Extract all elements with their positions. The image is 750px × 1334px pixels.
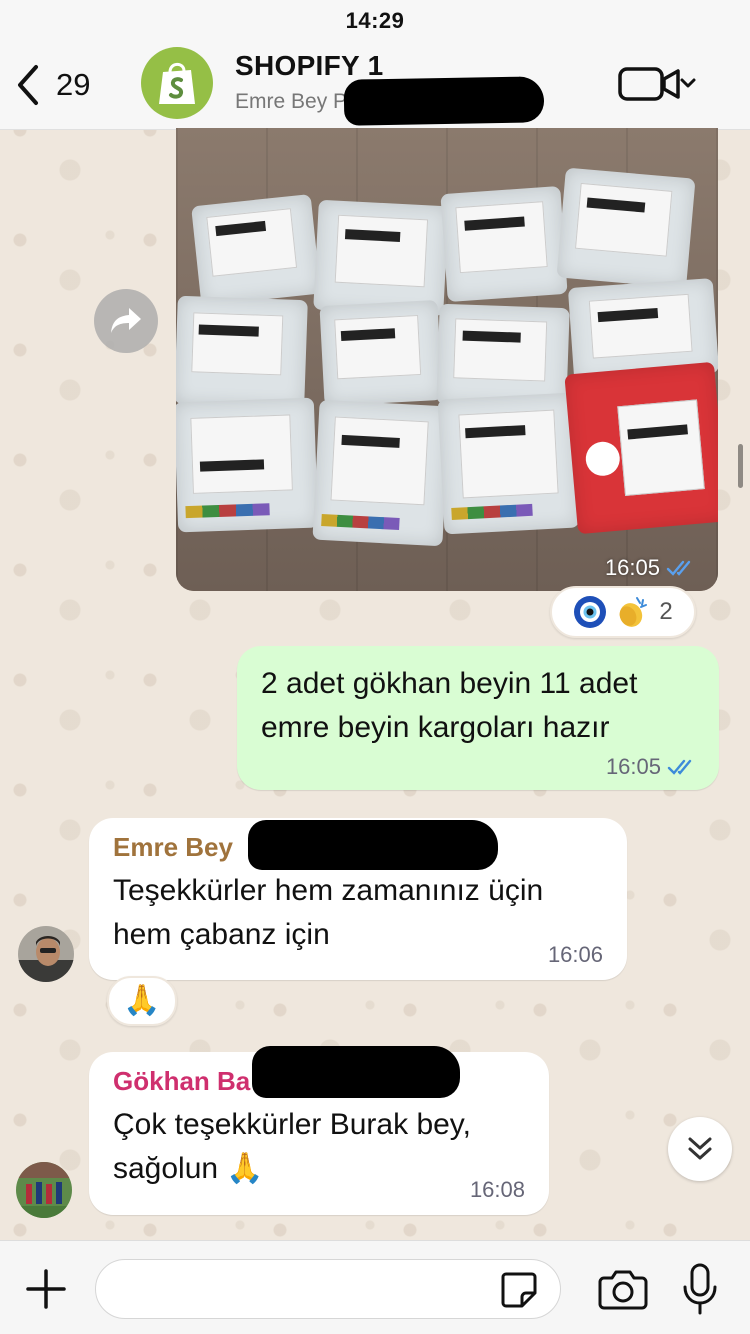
reaction-count: 2 bbox=[659, 598, 673, 625]
message-reaction[interactable]: 🙏 bbox=[107, 976, 177, 1026]
camera-icon bbox=[598, 1270, 648, 1310]
parcel-photo bbox=[191, 194, 321, 306]
folded-hands-icon: 🙏 bbox=[123, 983, 161, 1018]
parcel-photo bbox=[556, 167, 696, 289]
chevron-down-icon bbox=[680, 78, 696, 88]
image-message[interactable]: 16:05 bbox=[176, 128, 718, 591]
message-text: Çok teşekkürler Burak bey, sağolun 🙏 bbox=[113, 1108, 471, 1185]
chat-header: 14:29 29 SHOPIFY 1 Emre Bey P E… bbox=[0, 0, 750, 130]
message-time: 16:06 bbox=[547, 942, 603, 967]
sticker-button[interactable] bbox=[500, 1271, 538, 1309]
clapping-hands-icon bbox=[619, 597, 648, 627]
chat-title[interactable]: SHOPIFY 1 bbox=[235, 50, 383, 82]
sticker-icon bbox=[501, 1272, 537, 1308]
parcel-photo bbox=[440, 185, 568, 303]
microphone-button[interactable] bbox=[682, 1263, 718, 1315]
parcel-photo bbox=[437, 392, 580, 535]
forward-arrow-icon bbox=[111, 308, 141, 333]
avatar-emre[interactable] bbox=[18, 926, 74, 982]
parcel-photo bbox=[176, 397, 319, 533]
scroll-to-bottom-button[interactable] bbox=[668, 1117, 732, 1181]
parcel-photo bbox=[313, 199, 449, 317]
parcel-photo-red bbox=[564, 361, 718, 535]
message-text: Teşekkürler hem zamanınız üçin hem çaban… bbox=[113, 874, 544, 951]
redaction-mark bbox=[343, 76, 545, 126]
attach-button[interactable] bbox=[24, 1267, 68, 1311]
double-chevron-down-icon bbox=[688, 1137, 712, 1160]
redaction-mark bbox=[248, 820, 498, 870]
back-button[interactable]: 29 bbox=[14, 58, 124, 112]
camera-button[interactable] bbox=[598, 1268, 648, 1310]
unread-count: 29 bbox=[56, 67, 91, 102]
avatar-gokhan[interactable] bbox=[16, 1162, 72, 1218]
chevron-left-icon bbox=[18, 65, 38, 105]
double-check-icon bbox=[666, 560, 691, 576]
redaction-mark bbox=[252, 1046, 460, 1098]
video-call-button[interactable] bbox=[618, 64, 698, 104]
forward-button[interactable] bbox=[94, 289, 158, 353]
avatar-photo bbox=[18, 926, 74, 982]
message-meta: 16:05 bbox=[606, 754, 697, 780]
avatar-photo bbox=[16, 1162, 72, 1218]
double-check-icon bbox=[667, 759, 692, 775]
scrollbar[interactable] bbox=[738, 444, 743, 488]
message-time: 16:05 bbox=[605, 754, 661, 779]
shopify-bag-icon bbox=[159, 62, 195, 104]
message-input[interactable] bbox=[95, 1259, 561, 1319]
image-time: 16:05 bbox=[604, 555, 660, 580]
status-time: 14:29 bbox=[345, 8, 405, 33]
image-timestamp: 16:05 bbox=[605, 555, 696, 581]
plus-icon bbox=[26, 1269, 66, 1309]
parcel-photo bbox=[436, 303, 570, 409]
nazar-amulet-icon bbox=[574, 596, 607, 628]
group-avatar[interactable] bbox=[141, 47, 213, 119]
outgoing-message[interactable]: 2 adet gökhan beyin 11 adet emre beyin k… bbox=[237, 646, 719, 790]
composer-bar bbox=[0, 1240, 750, 1334]
microphone-icon bbox=[683, 1263, 717, 1315]
image-reactions[interactable]: 2 bbox=[550, 586, 696, 638]
video-camera-icon bbox=[618, 67, 696, 101]
message-text: 2 adet gökhan beyin 11 adet emre beyin k… bbox=[261, 667, 638, 744]
parcel-photo bbox=[319, 299, 443, 407]
parcel-photo bbox=[176, 295, 308, 409]
parcel-photo bbox=[312, 399, 450, 547]
message-time: 16:08 bbox=[469, 1177, 525, 1202]
